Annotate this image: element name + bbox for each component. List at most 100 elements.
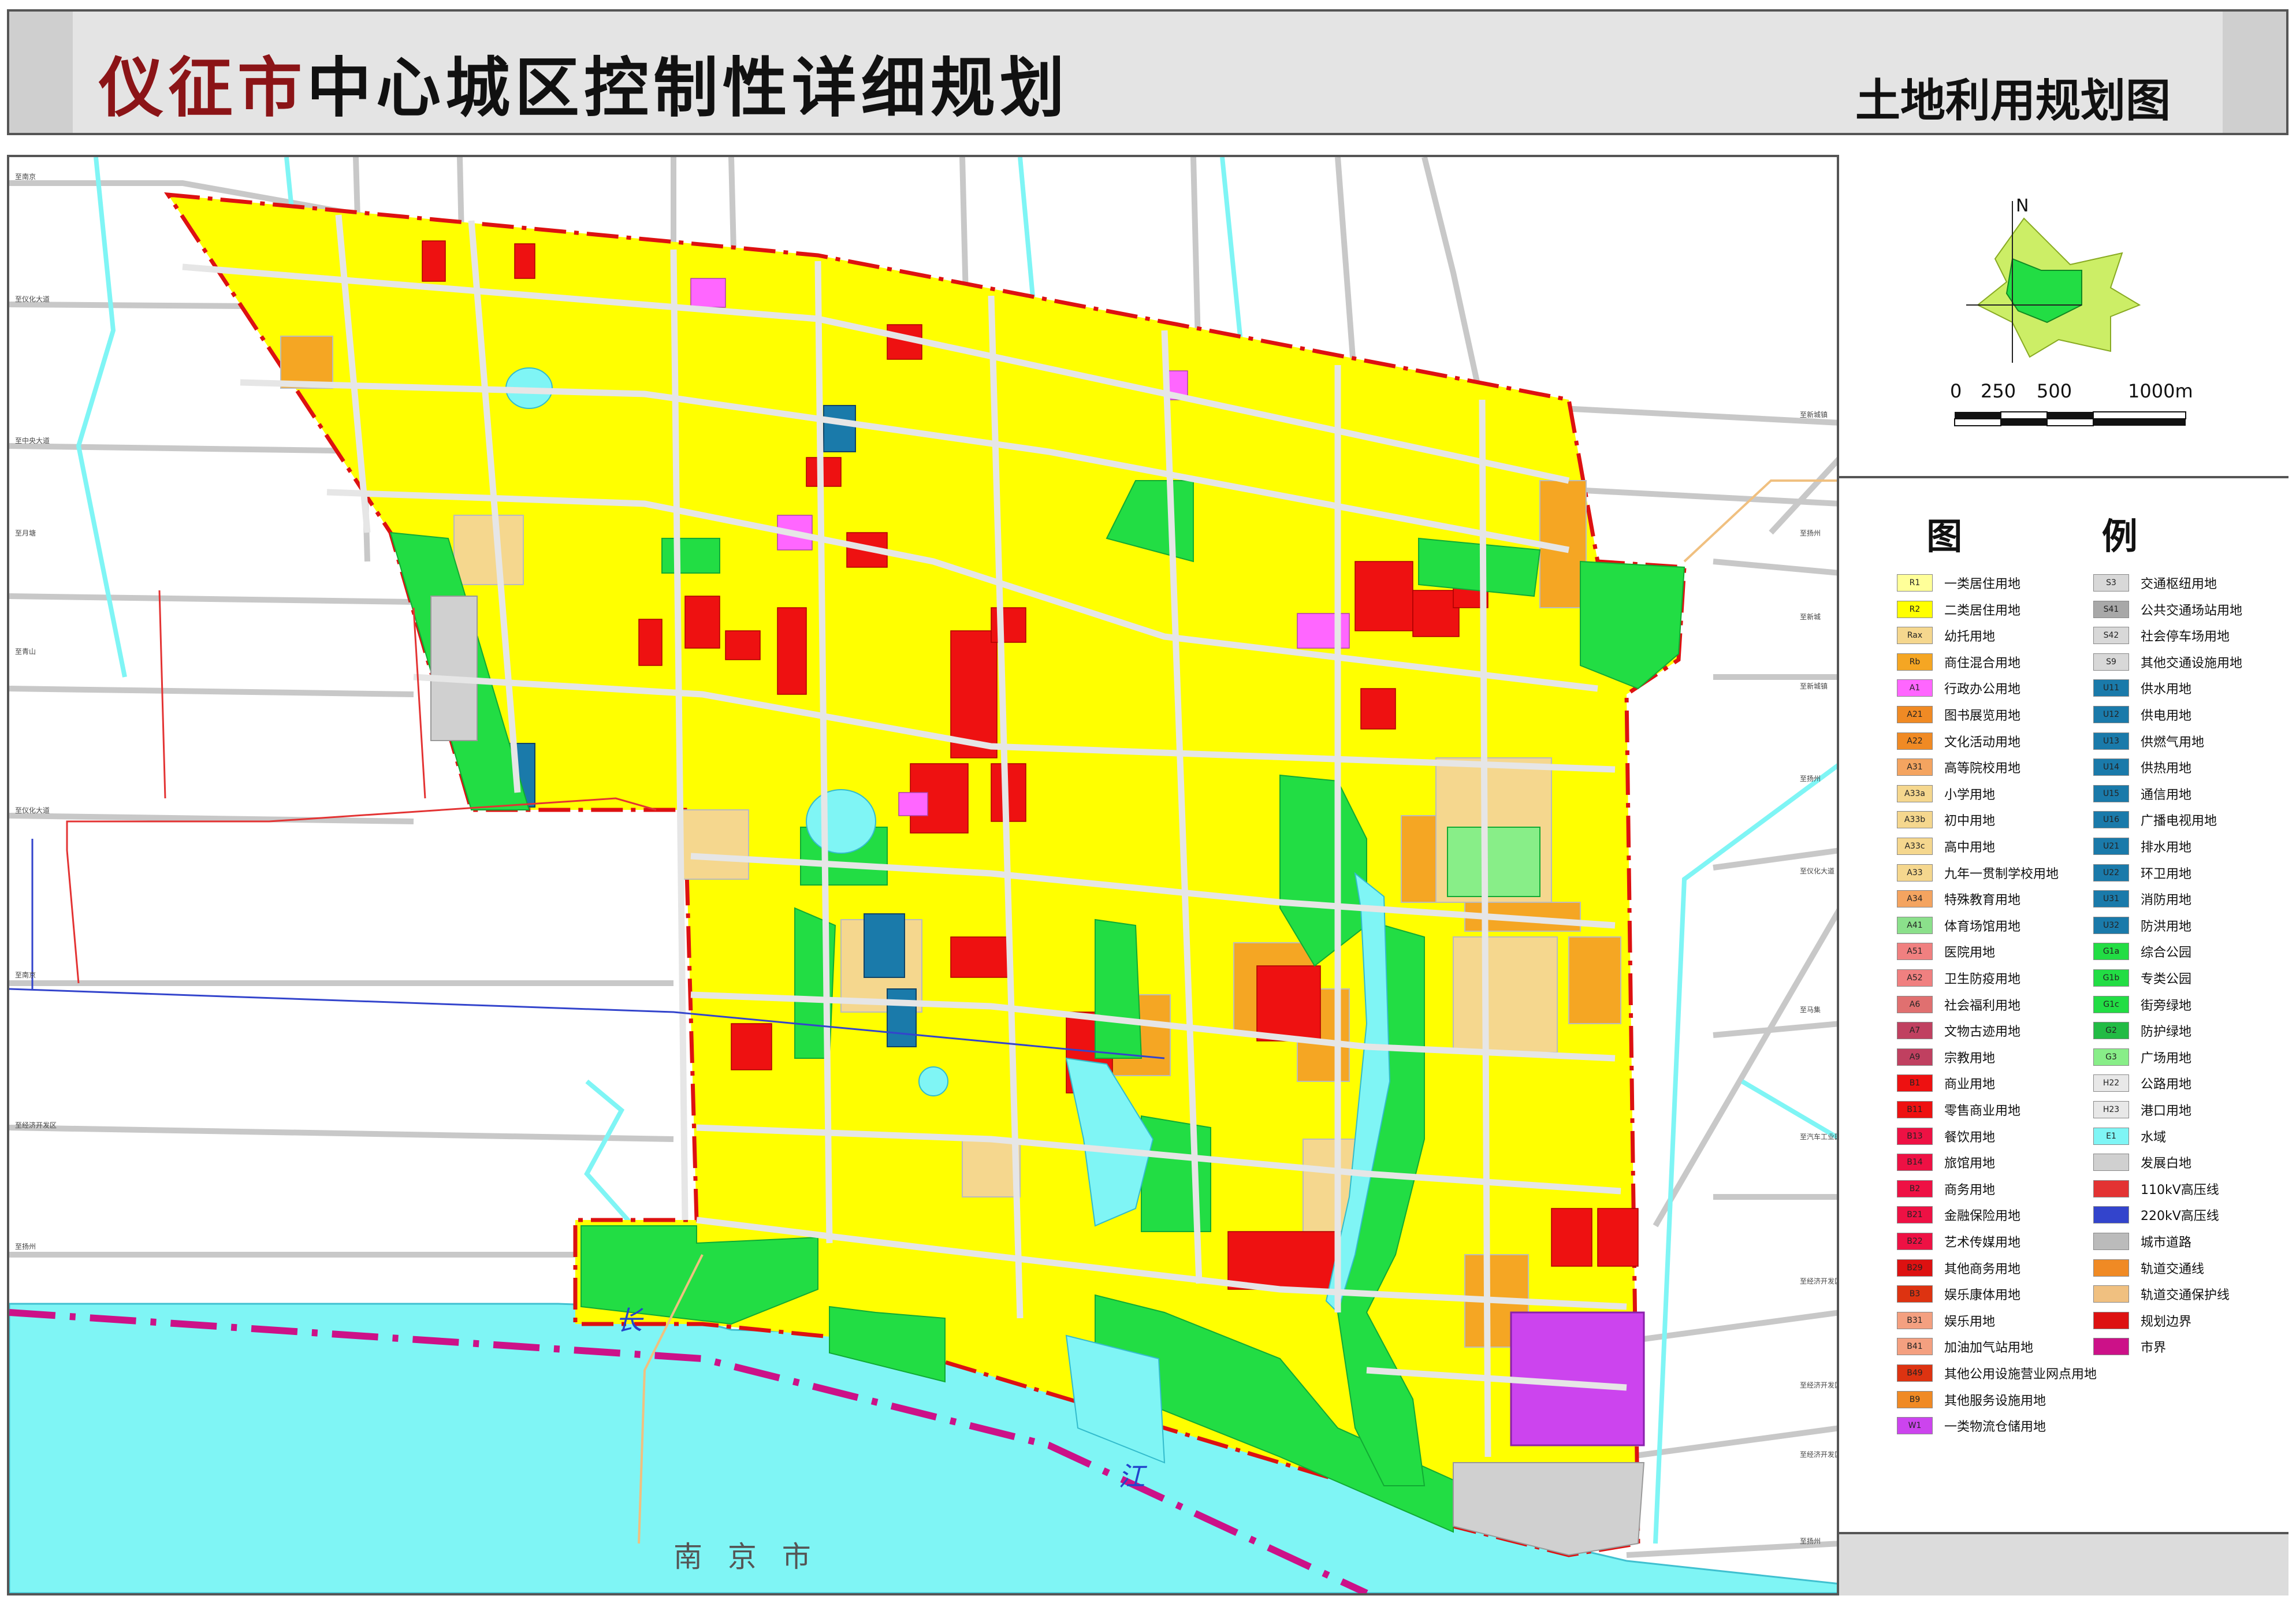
legend-swatch: Rb <box>1897 653 1933 671</box>
legend-swatch: A52 <box>1897 969 1933 987</box>
legend-item: A6 社会福利用地 <box>1897 992 2020 1017</box>
legend-swatch: B29 <box>1897 1259 1933 1277</box>
legend-swatch: B49 <box>1897 1364 1933 1382</box>
legend-swatch: B31 <box>1897 1311 1933 1329</box>
legend-label: 其他交通设施用地 <box>2141 656 2243 671</box>
legend-swatch: G1b <box>2093 969 2129 987</box>
legend-item: B22 艺术传媒用地 <box>1897 1229 2020 1254</box>
legend-label: 图书展览用地 <box>1944 709 2021 723</box>
legend-swatch <box>2093 1285 2129 1303</box>
legend-label: 娱乐康体用地 <box>1944 1288 2021 1303</box>
legend-swatch: A21 <box>1897 706 1933 723</box>
scale-label-1000m: 1000m <box>2128 380 2193 402</box>
compass-box: N 0 250 500 1000m <box>1839 155 2288 478</box>
title-bar: 仪征市中心城区控制性详细规划 土地利用规划图 <box>7 9 2288 135</box>
legend-label: 小学用地 <box>1944 787 1996 802</box>
legend-label: 广播电视用地 <box>2141 814 2217 829</box>
legend-item: 110kV高压线 <box>2093 1177 2219 1201</box>
legend-item: G1a 综合公园 <box>2093 939 2191 964</box>
land-use-map[interactable]: 长 江 南 京 市 至南京 至仪化大道 至中央大道 至月塘 至青山 至仪化大道 … <box>9 157 1840 1593</box>
legend-item: B21 金融保险用地 <box>1897 1203 2020 1227</box>
legend-label: 其他公用设施营业网点用地 <box>1944 1367 2097 1382</box>
svg-text:至仪化大道: 至仪化大道 <box>1800 867 1834 875</box>
legend-swatch: A33c <box>1897 838 1933 855</box>
svg-text:至南京: 至南京 <box>15 172 36 181</box>
legend-swatch: U22 <box>2093 864 2129 882</box>
legend-swatch <box>2093 1154 2129 1171</box>
legend-label: 环卫用地 <box>2141 866 2192 882</box>
legend-label: 市界 <box>2141 1341 2167 1356</box>
legend-swatch <box>2093 1259 2129 1277</box>
legend-swatch: B41 <box>1897 1338 1933 1356</box>
legend-swatch: S3 <box>2093 574 2129 592</box>
legend-item: 220kV高压线 <box>2093 1203 2219 1227</box>
legend-swatch: A6 <box>1897 995 1933 1013</box>
legend-swatch: A22 <box>1897 732 1933 750</box>
legend-swatch: H22 <box>2093 1074 2129 1092</box>
legend-swatch: U16 <box>2093 811 2129 829</box>
legend-item: H22 公路用地 <box>2093 1071 2191 1095</box>
legend-swatch: B2 <box>1897 1180 1933 1197</box>
legend-item: U22 环卫用地 <box>2093 861 2191 885</box>
page: 仪征市中心城区控制性详细规划 土地利用规划图 长 江 南 京 市 至南京 至仪化… <box>0 0 2296 1603</box>
svg-text:至汽车工业园: 至汽车工业园 <box>1800 1132 1840 1141</box>
panel-footer <box>1839 1532 2288 1595</box>
legend-label: 其他服务设施用地 <box>1944 1393 2046 1408</box>
legend-item: A33 九年一贯制学校用地 <box>1897 861 2059 885</box>
legend-label: 排水用地 <box>2141 840 2192 855</box>
legend-item: S42 社会停车场用地 <box>2093 623 2230 648</box>
svg-text:至经济开发区: 至经济开发区 <box>1800 1450 1840 1459</box>
legend-item: A31 高等院校用地 <box>1897 755 2020 779</box>
legend-label: 二类居住用地 <box>1944 603 2021 618</box>
legend-item: 市界 <box>2093 1334 2166 1359</box>
legend-item: A22 文化活动用地 <box>1897 729 2020 753</box>
legend-label: 宗教用地 <box>1944 1051 1996 1066</box>
legend-item: W1 一类物流仓储用地 <box>1897 1414 2046 1438</box>
svg-text:至中央大道: 至中央大道 <box>15 436 50 445</box>
legend-label: 高等院校用地 <box>1944 761 2021 776</box>
legend-label: 城市道路 <box>2141 1236 2192 1250</box>
legend-item: R2 二类居住用地 <box>1897 597 2020 622</box>
legend-swatch: A9 <box>1897 1048 1933 1066</box>
svg-text:至经济开发区: 至经济开发区 <box>15 1121 57 1129</box>
legend-swatch: U13 <box>2093 732 2129 750</box>
legend-label: 卫生防疫用地 <box>1944 972 2021 987</box>
legend-item: A7 文物古迹用地 <box>1897 1018 2020 1043</box>
legend-label: 商务用地 <box>1944 1182 1996 1197</box>
legend-swatch <box>2093 1180 2129 1197</box>
legend-item: E1 水域 <box>2093 1124 2166 1148</box>
svg-text:至新城镇: 至新城镇 <box>1800 682 1828 690</box>
legend-item: G2 防护绿地 <box>2093 1018 2191 1043</box>
legend-label: 行政办公用地 <box>1944 682 2021 697</box>
compass-north-label: N <box>2016 196 2029 216</box>
legend-item: Rax 幼托用地 <box>1897 623 1995 648</box>
compass-rose: N 0 250 500 1000m <box>1950 196 2193 426</box>
legend-label: 一类物流仓储用地 <box>1944 1420 2046 1435</box>
legend-item: B11 零售商业用地 <box>1897 1098 2020 1122</box>
legend-label: 一类居住用地 <box>1944 577 2021 592</box>
legend-swatch: U32 <box>2093 916 2129 934</box>
river-label-jiang: 江 <box>1118 1461 1148 1492</box>
legend-swatch: B13 <box>1897 1127 1933 1145</box>
legend-swatch: U11 <box>2093 679 2129 697</box>
legend-swatch: Rax <box>1897 627 1933 645</box>
svg-text:至经济开发区: 至经济开发区 <box>1800 1381 1840 1389</box>
svg-text:至扬州: 至扬州 <box>1800 1537 1821 1545</box>
legend-item: U31 消防用地 <box>2093 887 2191 911</box>
legend-item: B29 其他商务用地 <box>1897 1256 2020 1280</box>
legend-item: B31 娱乐用地 <box>1897 1308 1995 1333</box>
legend-item: U16 广播电视用地 <box>2093 808 2217 832</box>
legend-label: 餐饮用地 <box>1944 1130 1996 1145</box>
legend-label: 商业用地 <box>1944 1077 1996 1092</box>
legend-swatch: G1a <box>2093 943 2129 961</box>
legend-label: 港口用地 <box>2141 1104 2192 1118</box>
legend-label: 商住混合用地 <box>1944 656 2021 671</box>
legend-label: 文化活动用地 <box>1944 735 2021 750</box>
svg-text:至马集: 至马集 <box>1800 1005 1821 1014</box>
legend-label: 供热用地 <box>2141 761 2192 776</box>
legend-title: 图 例 <box>1926 515 2201 557</box>
legend-label: 加油加气站用地 <box>1944 1341 2034 1356</box>
legend-item: A41 体育场馆用地 <box>1897 913 2020 938</box>
legend-item: B41 加油加气站用地 <box>1897 1334 2033 1359</box>
legend-label: 供电用地 <box>2141 709 2192 723</box>
